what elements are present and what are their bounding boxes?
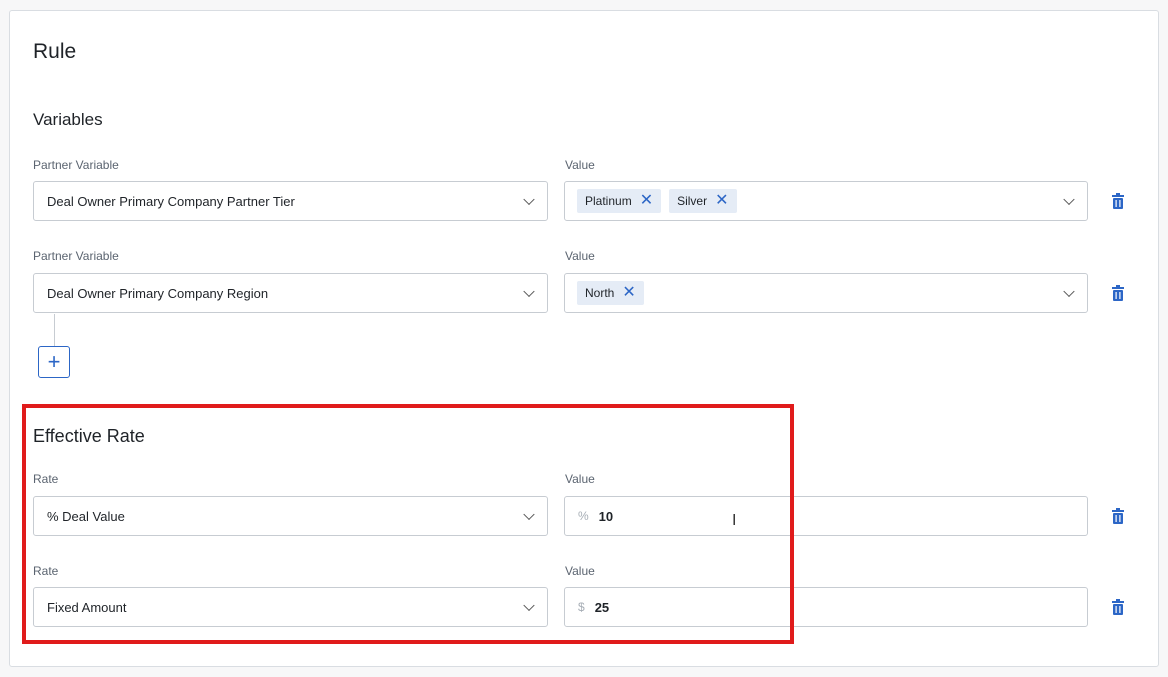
chevron-down-icon[interactable] [1063,193,1075,206]
chip-label: North [585,286,615,300]
value-label: Value [565,249,595,263]
value-chip: Platinum ✕ [577,189,662,213]
partner-variable-selected: Deal Owner Primary Company Region [47,285,269,301]
chevron-down-icon[interactable] [523,285,535,298]
value-chip: Silver ✕ [669,189,737,213]
partner-variable-label: Partner Variable [33,249,119,263]
chip-label: Silver [677,194,708,208]
value-chip: North ✕ [577,281,644,305]
partner-variable-label: Partner Variable [33,158,119,172]
text-cursor-icon: I [732,512,737,529]
add-variable-button[interactable]: + [38,346,70,378]
value-label: Value [565,158,595,172]
trash-icon[interactable] [1108,597,1128,617]
page-title: Rule [33,40,77,63]
partner-variable-selected: Deal Owner Primary Company Partner Tier [47,193,295,209]
value-multiselect-1[interactable]: Platinum ✕ Silver ✕ [564,181,1088,221]
chip-label: Platinum [585,194,632,208]
chevron-down-icon[interactable] [523,193,535,206]
partner-variable-select-2[interactable]: Deal Owner Primary Company Region [33,273,548,313]
effective-rate-highlight-box [22,404,794,644]
close-icon[interactable]: ✕ [622,285,635,301]
partner-variable-select-1[interactable]: Deal Owner Primary Company Partner Tier [33,181,548,221]
close-icon[interactable]: ✕ [640,193,653,209]
trash-icon[interactable] [1108,191,1128,211]
variables-heading: Variables [33,110,103,129]
value-multiselect-2[interactable]: North ✕ [564,273,1088,313]
trash-icon[interactable] [1108,506,1128,526]
chevron-down-icon[interactable] [1063,285,1075,298]
variable-connector-line [54,314,55,346]
plus-icon: + [47,349,61,374]
close-icon[interactable]: ✕ [715,193,728,209]
trash-icon[interactable] [1108,283,1128,303]
